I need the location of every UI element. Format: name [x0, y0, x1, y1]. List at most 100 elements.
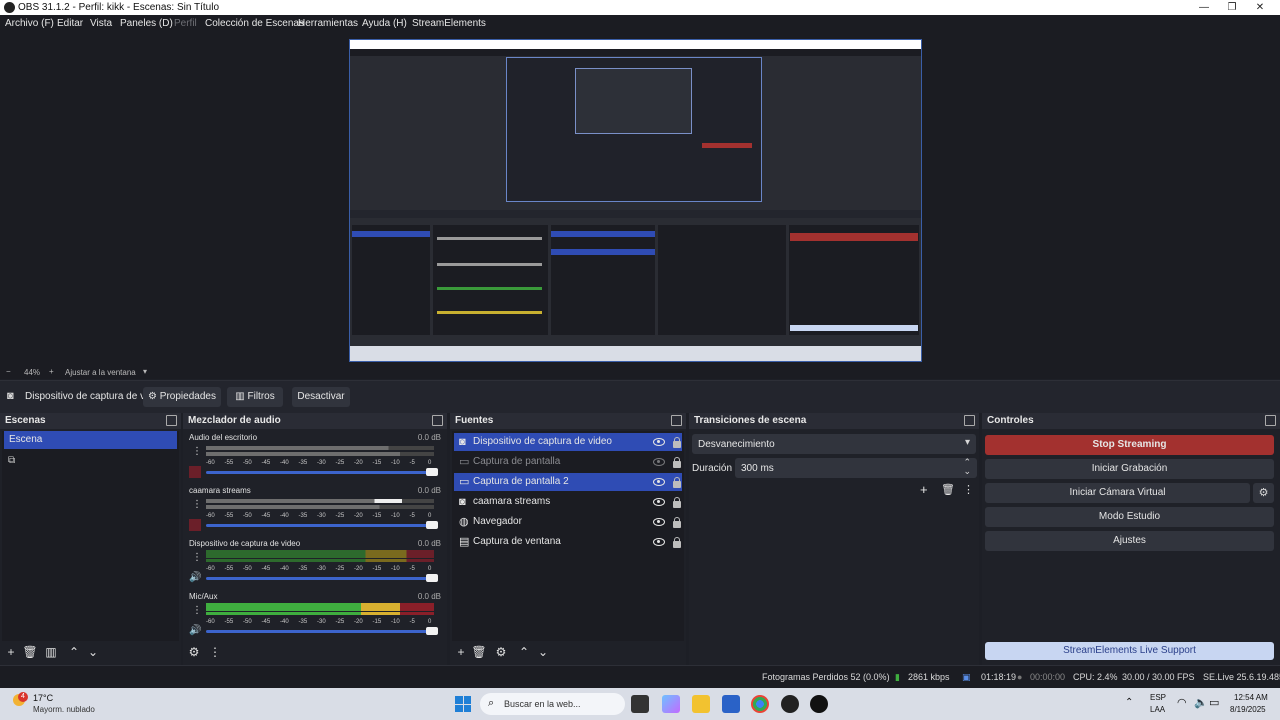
transition-select[interactable]: Desvanecimiento ▾ [692, 434, 976, 454]
speaker-icon[interactable]: 🔊 [189, 572, 201, 583]
menu-streamelements[interactable]: StreamElements [412, 18, 486, 29]
lock-icon[interactable] [673, 477, 681, 488]
file-explorer-icon[interactable] [692, 695, 710, 713]
search-box[interactable]: ⌕ Buscar en la web... [480, 693, 625, 715]
volume-slider[interactable] [206, 577, 434, 580]
eye-icon[interactable] [653, 498, 665, 506]
volume-slider[interactable] [206, 524, 434, 527]
menu-vista[interactable]: Vista [90, 18, 112, 29]
chevron-up-icon[interactable]: ⌃ [1125, 697, 1133, 708]
menu-herramientas[interactable]: Herramientas [298, 18, 358, 29]
source-item[interactable]: ▭ Captura de pantalla 2 [454, 473, 682, 491]
deactivate-button[interactable]: Desactivar [292, 387, 350, 407]
kebab-icon[interactable]: ⋮ [192, 605, 202, 616]
add-icon[interactable]: + [3, 644, 19, 660]
slider-handle[interactable] [426, 468, 438, 476]
slider-handle[interactable] [426, 521, 438, 529]
move-up-icon[interactable]: ⌃ [516, 644, 532, 660]
eye-icon[interactable] [653, 538, 665, 546]
media-player-icon[interactable] [810, 695, 828, 713]
spin-down-icon[interactable]: ⌄ [963, 466, 971, 477]
obs-taskbar-icon[interactable] [781, 695, 799, 713]
kebab-icon[interactable]: ⋮ [192, 499, 202, 510]
studio-mode-button[interactable]: Modo Estudio [985, 507, 1274, 527]
source-item[interactable]: ◙ Dispositivo de captura de video [454, 433, 682, 451]
menu-paneles[interactable]: Paneles (D) [120, 18, 173, 29]
lock-icon[interactable] [673, 517, 681, 528]
eye-icon[interactable] [653, 478, 665, 486]
clock-time[interactable]: 12:54 AM [1234, 693, 1268, 702]
kebab-icon[interactable]: ⋮ [207, 644, 223, 660]
mute-icon[interactable] [189, 519, 201, 531]
source-item[interactable]: ◍ Navegador [454, 513, 682, 531]
move-down-icon[interactable]: ⌄ [535, 644, 551, 660]
menu-ayuda[interactable]: Ayuda (H) [362, 18, 407, 29]
copilot-icon[interactable] [662, 695, 680, 713]
task-view-icon[interactable] [631, 695, 649, 713]
kebab-icon[interactable]: ⋮ [963, 483, 974, 496]
source-item[interactable]: ▭ Captura de pantalla [454, 453, 682, 471]
scene-item[interactable]: Escena [4, 431, 177, 449]
zoom-dropdown-icon[interactable]: ▾ [143, 367, 147, 376]
settings-button[interactable]: Ajustes [985, 531, 1274, 551]
clock-date[interactable]: 8/19/2025 [1230, 705, 1266, 714]
maximize-button[interactable]: ❐ [1218, 0, 1246, 15]
trash-icon[interactable]: 🗑 [22, 644, 38, 660]
windows-start-icon[interactable] [455, 696, 471, 712]
wifi-icon[interactable]: ◠ [1177, 696, 1187, 709]
zoom-in-button[interactable]: + [49, 367, 54, 376]
filters-button[interactable]: ▥ Filtros [227, 387, 283, 407]
move-down-icon[interactable]: ⌄ [85, 644, 101, 660]
mute-icon[interactable] [189, 466, 201, 478]
trash-icon[interactable]: 🗑 [471, 644, 487, 660]
properties-button[interactable]: ⚙ Propiedades [143, 387, 221, 407]
undock-icon[interactable] [671, 415, 682, 426]
undock-icon[interactable] [166, 415, 177, 426]
scene-filter-icon[interactable]: ⧉ [8, 455, 15, 466]
undock-icon[interactable] [1265, 415, 1276, 426]
add-icon[interactable]: + [453, 644, 469, 660]
minimize-button[interactable]: — [1190, 0, 1218, 15]
slider-handle[interactable] [426, 627, 438, 635]
gear-icon[interactable]: ⚙ [493, 644, 509, 660]
add-transition-icon[interactable]: + [920, 482, 928, 497]
lock-icon[interactable] [673, 457, 681, 468]
source-item[interactable]: ◙ caamara streams [454, 493, 682, 511]
live-support-button[interactable]: StreamElements Live Support [985, 642, 1274, 660]
zoom-out-button[interactable]: − [6, 367, 11, 376]
lock-icon[interactable] [673, 497, 681, 508]
trash-icon[interactable]: 🗑 [941, 483, 955, 496]
eye-icon[interactable] [653, 438, 665, 446]
menu-perfil[interactable]: Perfil [174, 18, 197, 29]
close-button[interactable]: ✕ [1246, 0, 1274, 15]
duration-input[interactable]: 300 ms ⌃ ⌄ [735, 457, 977, 478]
kebab-icon[interactable]: ⋮ [192, 446, 202, 457]
source-item[interactable]: ▤ Captura de ventana [454, 533, 682, 551]
menu-archivo[interactable]: Archivo (F) [5, 18, 54, 29]
menu-coleccion-escenas[interactable]: Colección de Escenas [205, 18, 304, 29]
stop-streaming-button[interactable]: Stop Streaming [985, 435, 1274, 455]
battery-icon[interactable]: ▭ [1209, 696, 1219, 709]
undock-icon[interactable] [432, 415, 443, 426]
volume-slider[interactable] [206, 630, 434, 633]
speaker-icon[interactable]: 🔊 [189, 625, 201, 636]
language-primary[interactable]: ESP [1150, 693, 1166, 702]
eye-off-icon[interactable] [653, 458, 665, 466]
move-up-icon[interactable]: ⌃ [66, 644, 82, 660]
preview-canvas[interactable] [349, 39, 922, 362]
slider-handle[interactable] [426, 574, 438, 582]
volume-icon[interactable]: 🔈 [1194, 696, 1208, 709]
filter-icon[interactable]: ▥ [43, 644, 59, 660]
lock-icon[interactable] [673, 437, 681, 448]
kebab-icon[interactable]: ⋮ [192, 552, 202, 563]
eye-icon[interactable] [653, 518, 665, 526]
language-secondary[interactable]: LAA [1150, 705, 1165, 714]
volume-slider[interactable] [206, 471, 434, 474]
store-icon[interactable] [722, 695, 740, 713]
virtual-camera-settings-icon[interactable]: ⚙ [1253, 483, 1274, 503]
virtual-camera-button[interactable]: Iniciar Cámara Virtual [985, 483, 1250, 503]
advanced-audio-icon[interactable]: ⚙ [186, 644, 202, 660]
chrome-icon[interactable] [751, 695, 769, 713]
start-recording-button[interactable]: Iniciar Grabación [985, 459, 1274, 479]
fit-window-label[interactable]: Ajustar a la ventana [65, 368, 136, 377]
